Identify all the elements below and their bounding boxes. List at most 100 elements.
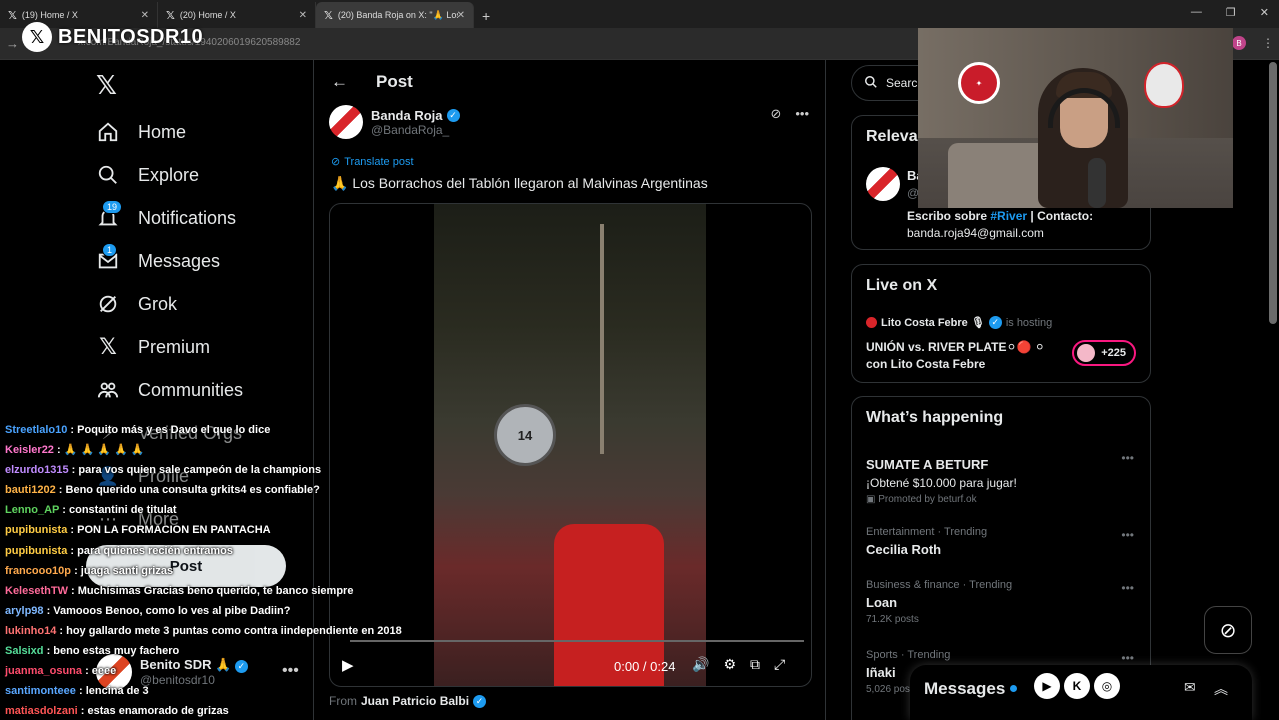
messages-drawer[interactable]: Messages ▶ K ◎ ✉ ︽ <box>910 665 1252 720</box>
avatar[interactable] <box>329 105 363 139</box>
fullscreen-icon[interactable]: ⤢ <box>774 656 785 673</box>
chat-text: : juaga santi grizas <box>71 564 174 577</box>
post-actions: ⊘ ••• <box>770 106 809 122</box>
video-controls: 🔊 ⚙ ⧉ ⤢ <box>692 656 785 673</box>
chat-message: matiasdolzani : estas enamorado de griza… <box>5 701 425 720</box>
card-title: What’s happening <box>866 409 1004 426</box>
picture-in-picture-icon[interactable]: ⧉ <box>750 656 760 673</box>
verified-icon: ✓ <box>473 694 487 708</box>
chat-username: bauti1202 <box>5 484 56 497</box>
chat-message: arylp98 : Vamooos Benoo, como lo ves al … <box>5 601 425 621</box>
notification-badge: 19 <box>102 200 123 214</box>
chat-message: pupibunista : para quienes recién entram… <box>5 541 425 561</box>
nav-label: Premium <box>138 336 211 357</box>
river-plate-logo-icon <box>1144 62 1184 108</box>
stream-chat: Streetlalo10 : Poquito más y es Davo el … <box>5 420 425 720</box>
more-icon[interactable]: ••• <box>1121 581 1134 595</box>
video-pole <box>600 224 604 454</box>
chat-message: santimonteee : lencina de 3 <box>5 681 425 701</box>
live-on-x-card: Live on X Lito Costa Febre 🎙 ✓ is hostin… <box>851 264 1151 383</box>
trend-item[interactable]: SUMATE A BETURF ¡Obtené $10.000 para jug… <box>866 453 1017 505</box>
close-icon[interactable]: ✕ <box>141 10 149 21</box>
x-logo-icon[interactable]: 𝕏 <box>96 70 117 101</box>
search-icon <box>96 163 120 187</box>
x-logo-icon: 𝕏 <box>8 9 17 22</box>
nav-explore[interactable]: Explore <box>96 163 199 187</box>
nav-communities[interactable]: Communities <box>96 378 243 402</box>
host-avatar <box>866 317 877 328</box>
page-scrollbar[interactable] <box>1269 62 1277 324</box>
author-handle[interactable]: @BandaRoja_ <box>371 123 460 137</box>
chat-username: juanma_osuna <box>5 665 83 678</box>
chat-message: elzurdo1315 : para vos quien sale campeó… <box>5 460 425 480</box>
avatar <box>1077 344 1095 362</box>
volume-icon[interactable]: 🔊 <box>692 656 709 673</box>
profile-avatar[interactable]: B <box>1232 36 1246 50</box>
live-space-title[interactable]: UNIÓN vs. RIVER PLATE⚪🔴 ⚪ con Lito Costa… <box>866 339 1056 373</box>
x-premium-icon: 𝕏 <box>99 334 117 359</box>
chat-message: KelesethTW : Muchísimas Gracias beno que… <box>5 581 425 601</box>
more-icon[interactable]: ••• <box>795 106 809 122</box>
chat-message: Salsixd : beno estas muy fachero <box>5 641 425 661</box>
hashtag-link[interactable]: #River <box>990 209 1027 223</box>
post-text: 🙏 Los Borrachos del Tablón llegaron al M… <box>331 175 708 191</box>
chat-text: : PON LA FORMACION EN PANTACHA <box>67 524 271 537</box>
video-frame[interactable]: 14 <box>434 204 706 686</box>
trend-item[interactable]: Entertainment · Trending Cecilia Roth <box>866 526 987 557</box>
chat-message: lukinho14 : hoy gallardo mete 3 puntas c… <box>5 621 425 641</box>
video-drum: 14 <box>494 404 556 466</box>
chat-text: : estas enamorado de grizas <box>77 705 229 718</box>
more-icon[interactable]: ••• <box>1121 451 1134 465</box>
forward-arrow-icon[interactable]: → <box>6 36 19 51</box>
nav-home[interactable]: Home <box>96 120 186 144</box>
back-arrow-icon[interactable]: ← <box>331 72 348 92</box>
nav-grok[interactable]: Grok <box>96 292 177 316</box>
chat-username: Streetlalo10 <box>5 424 68 436</box>
browser-tab-3[interactable]: 𝕏 (20) Banda Roja on X: "🙏 Los B...✕ <box>316 2 474 28</box>
tab-title: (20) Home / X <box>179 10 236 20</box>
grok-icon: ⊘ <box>1219 619 1237 642</box>
more-icon[interactable]: ••• <box>1121 528 1134 542</box>
club-logo-icon: ✦ <box>958 62 1000 104</box>
more-icon[interactable]: ••• <box>1121 651 1134 665</box>
browser-menu-icon[interactable]: ⋮ <box>1262 36 1274 50</box>
listener-count-pill[interactable]: +225 <box>1072 340 1136 366</box>
chat-username: Keisler22 <box>5 444 54 457</box>
chat-username: arylp98 <box>5 604 44 617</box>
chat-text: : beno estas muy fachero <box>43 645 180 658</box>
restore-icon[interactable]: ❐ <box>1226 6 1236 19</box>
chevron-up-icon[interactable]: ︽ <box>1214 679 1228 699</box>
chat-username: matiasdolzani <box>5 705 78 718</box>
chat-username: pupibunista <box>5 544 68 557</box>
nav-label: Explore <box>138 164 200 185</box>
post-author[interactable]: Banda Roja ✓ @BandaRoja_ <box>329 105 460 139</box>
live-host[interactable]: Lito Costa Febre 🎙 ✓ is hosting <box>866 316 1052 329</box>
new-message-icon[interactable]: ✉ <box>1184 679 1196 696</box>
avatar[interactable] <box>866 167 900 201</box>
close-icon[interactable]: ✕ <box>457 10 465 21</box>
nav-messages[interactable]: 1 Messages <box>96 243 220 273</box>
chat-message: juanma_osuna : eeee <box>5 661 425 681</box>
chat-text: : hoy gallardo mete 3 puntas como contra… <box>56 624 402 637</box>
tab-title: (19) Home / X <box>21 10 78 20</box>
nav-notifications[interactable]: 19 Notifications <box>96 200 236 230</box>
translate-link[interactable]: ⊘ Translate post <box>331 155 414 169</box>
verified-icon: ✓ <box>446 108 460 122</box>
nav-premium[interactable]: 𝕏 Premium <box>96 334 211 359</box>
grok-button[interactable]: ⊘ <box>1204 606 1252 654</box>
window-controls: — ❐ ✕ <box>1191 6 1269 19</box>
close-icon[interactable]: ✕ <box>299 10 307 21</box>
envelope-icon: 1 <box>96 243 120 273</box>
author-name[interactable]: Banda Roja ✓ <box>371 108 460 123</box>
minimize-icon[interactable]: — <box>1191 6 1202 19</box>
x-logo-icon: 𝕏 <box>324 9 333 22</box>
new-tab-icon[interactable]: + <box>482 8 490 24</box>
x-logo-icon: 𝕏 <box>22 22 52 52</box>
chat-username: lukinho14 <box>5 624 57 637</box>
trend-item[interactable]: Business & finance · Trending Loan 71.2K… <box>866 579 1012 625</box>
brand-name: BENITOSDR10 <box>58 25 204 48</box>
chat-text: : Vamooos Benoo, como lo ves al pibe Dad… <box>43 604 291 617</box>
grok-icon[interactable]: ⊘ <box>770 106 781 122</box>
settings-icon[interactable]: ⚙ <box>723 656 736 673</box>
close-window-icon[interactable]: ✕ <box>1260 6 1269 19</box>
